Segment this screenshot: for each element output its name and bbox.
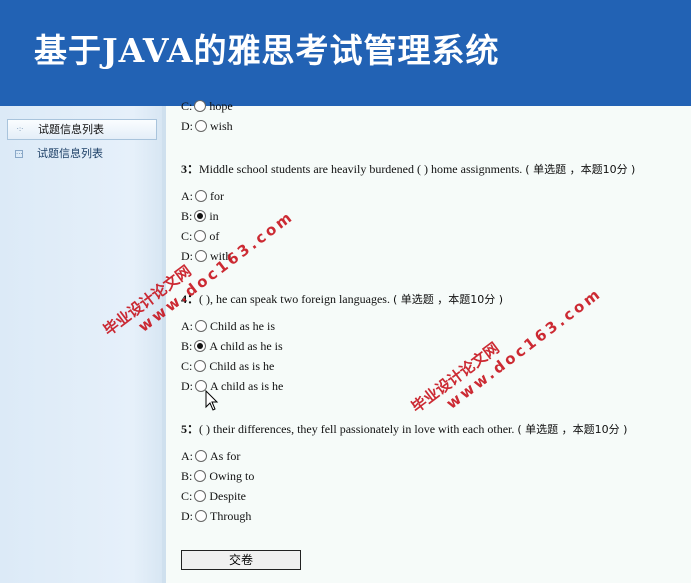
radio-button[interactable] [194,340,207,352]
option-text: Owing to [209,469,255,483]
question-text: 5：( ) their differences, they fell passi… [181,420,627,439]
dots-icon: ·:· [16,125,24,133]
option-key: D: [181,509,193,523]
question-stem: ( ) their differences, they fell passion… [199,422,515,436]
answer-option[interactable]: C: Despite [181,487,246,505]
submit-exam-button[interactable]: 交卷 [181,550,301,570]
radio-button[interactable] [194,230,207,242]
answer-option[interactable]: C: Child as is he [181,357,274,375]
answer-option[interactable]: D: A child as is he [181,377,283,395]
radio-button[interactable] [194,360,207,372]
option-key: B: [181,209,193,223]
radio-button[interactable] [195,320,207,332]
answer-option[interactable]: A: for [181,187,224,205]
option-text: in [209,209,219,223]
question-text: 3：Middle school students are heavily bur… [181,160,635,179]
question-text: 4：( ), he can speak two foreign language… [181,290,503,309]
answer-option[interactable]: D: Through [181,507,251,525]
option-key: C: [181,489,193,503]
option-key: D: [181,379,193,393]
answer-option[interactable]: A: Child as he is [181,317,275,335]
answer-option[interactable]: D: wish [181,117,233,135]
question-number: 3： [181,162,200,176]
option-key: A: [181,319,193,333]
radio-button[interactable] [194,210,207,222]
mouse-cursor-icon [205,390,219,411]
answer-option[interactable]: B: A child as he is [181,337,283,355]
radio-button[interactable] [194,470,207,482]
option-text: Child as he is [210,319,275,333]
radio-button[interactable] [195,120,207,132]
app-header: 基于JAVA的雅思考试管理系统 [0,0,691,106]
option-text: Child as is he [209,359,275,373]
app-title: 基于JAVA的雅思考试管理系统 [34,31,500,70]
sidebar-item-question-list[interactable]: ·:· 试题信息列表 [7,119,157,140]
option-text: Despite [209,489,246,503]
option-text: hope [209,99,233,113]
answer-option[interactable]: C: hope [181,97,233,115]
question-stem: ( ), he can speak two foreign languages. [199,292,390,306]
radio-button[interactable] [194,490,207,502]
answer-option[interactable]: B: in [181,207,219,225]
option-text: for [210,189,224,203]
option-text: A child as is he [210,379,284,393]
exam-content: C: hope D: wish 3：Middle school students are… [166,99,691,583]
option-key: C: [181,99,193,113]
sidebar-item-label: 试题信息列表 [38,123,104,136]
option-text: Through [210,509,252,523]
question-meta: ( 单选题 ，本题10分 ) [525,163,636,176]
sidebar-item-label: 试题信息列表 [37,147,103,160]
question-stem: Middle school students are heavily burde… [199,162,523,176]
option-key: B: [181,469,193,483]
radio-button[interactable] [195,190,207,202]
question-meta: ( 单选题 ，本题10分 ) [517,423,628,436]
option-key: A: [181,189,193,203]
option-key: B: [181,339,193,353]
answer-option[interactable]: B: Owing to [181,467,254,485]
question-meta: ( 单选题 ，本题10分 ) [392,293,504,306]
option-text: As for [210,449,241,463]
question-number: 5： [181,422,200,436]
option-text: A child as he is [209,339,283,353]
option-key: C: [181,229,193,243]
option-key: A: [181,449,193,463]
radio-button[interactable] [194,100,207,112]
option-key: D: [181,119,193,133]
option-key: C: [181,359,193,373]
sidebar-item-question-list-2[interactable]: ··· 试题信息列表 [7,144,157,165]
answer-option[interactable]: A: As for [181,447,240,465]
radio-button[interactable] [195,450,207,462]
option-text: wish [210,119,233,133]
tree-node-icon: ··· [15,150,23,158]
sidebar: ·:· 试题信息列表 ··· 试题信息列表 [0,106,166,583]
radio-button[interactable] [195,510,207,522]
